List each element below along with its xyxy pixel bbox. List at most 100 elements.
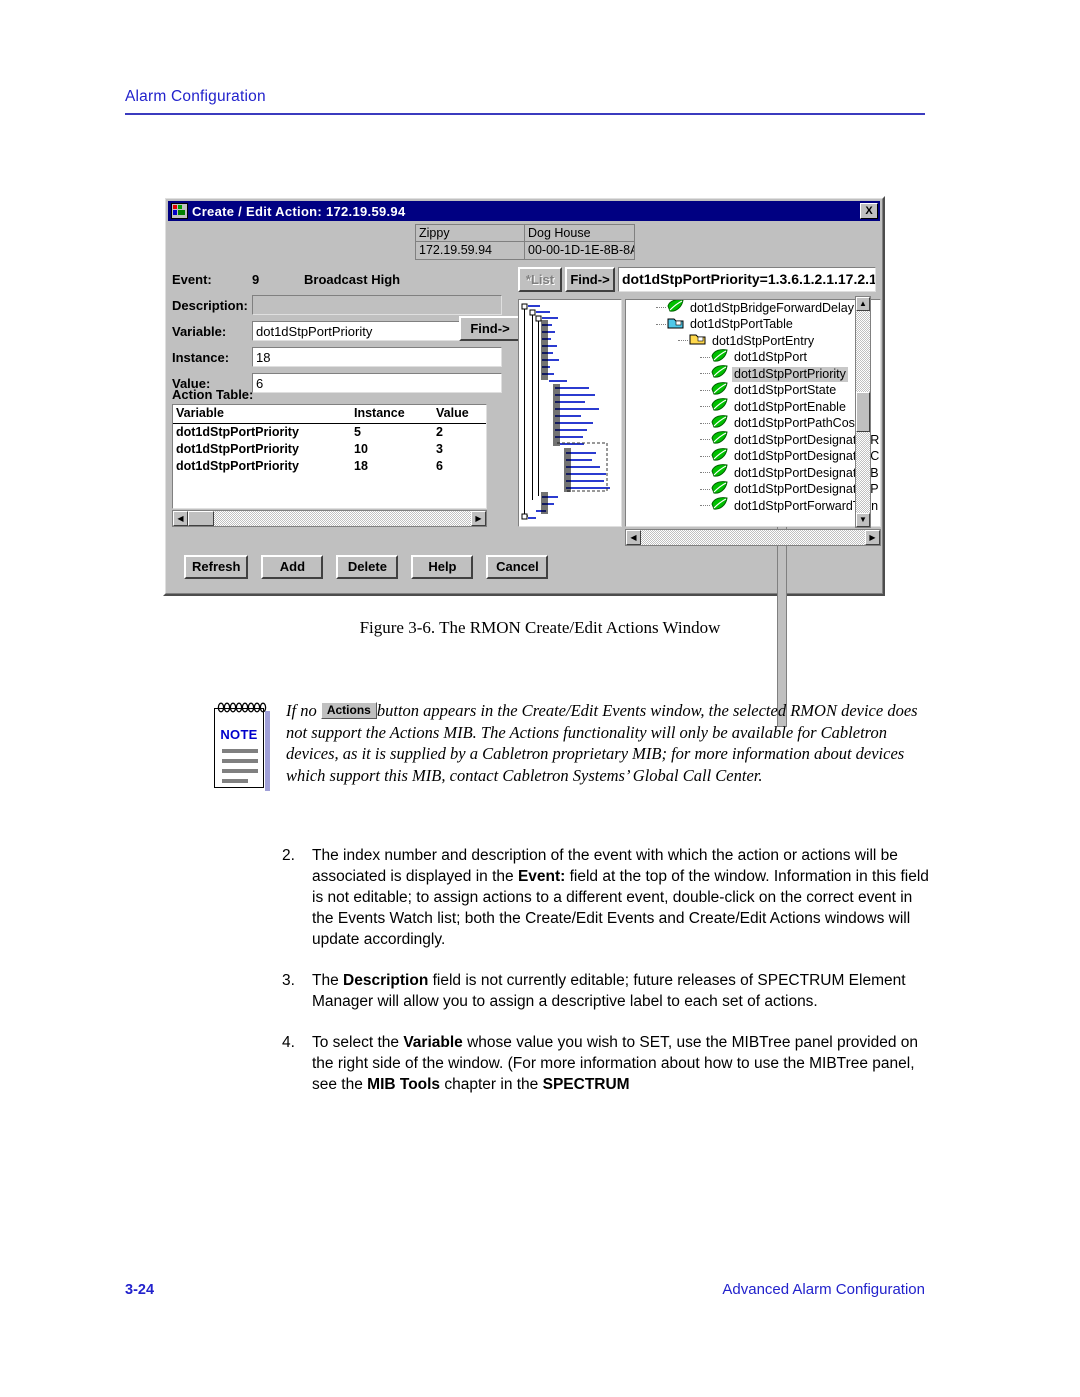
device-info-grid: Zippy Dog House 172.19.59.94 00-00-1D-1E…: [415, 224, 635, 260]
delete-button[interactable]: Delete: [336, 555, 399, 579]
instance-input[interactable]: 18: [252, 347, 502, 367]
mib-tree-vertical-scrollbar[interactable]: ▲ ▼: [855, 296, 871, 528]
mib-tree-node-label: dot1dStpPortEnable: [734, 399, 846, 414]
event-number: 9: [252, 271, 260, 287]
footer-section: Advanced Alarm Configuration: [722, 1281, 925, 1298]
dialog-inner-frame: Create / Edit Action: 172.19.59.94 X Zip…: [165, 198, 883, 727]
scroll-up-icon[interactable]: ▲: [856, 297, 870, 311]
step-body: The Description field is not currently e…: [312, 972, 906, 1010]
mib-tree-node[interactable]: dot1dStpPortDesignatedC: [626, 447, 880, 466]
mib-tree-node[interactable]: dot1dStpPortEntry: [626, 333, 880, 350]
table-row[interactable]: dot1dStpPortPriority 18 6: [173, 458, 486, 475]
cell-instance: 10: [354, 442, 368, 456]
note-rule-3: [222, 769, 258, 773]
variable-find-button[interactable]: Find->: [459, 316, 521, 341]
close-icon[interactable]: X: [860, 203, 878, 219]
scrollbar-track[interactable]: [641, 530, 865, 545]
scrollbar-thumb[interactable]: [188, 511, 214, 526]
step-number: 2.: [282, 847, 295, 864]
cell-value: 2: [436, 425, 443, 439]
mib-tree-horizontal-scrollbar[interactable]: ◀ ▶: [625, 529, 881, 546]
tree-connector: [700, 422, 710, 425]
mib-tree-node-label: dot1dStpBridgeForwardDelay: [690, 300, 854, 315]
mib-tree-node[interactable]: dot1dStpPortDesignatedR: [626, 431, 880, 449]
mib-tree-node[interactable]: dot1dStpPort: [626, 348, 880, 367]
running-head: Alarm Configuration: [125, 88, 925, 115]
action-table-horizontal-scrollbar[interactable]: ◀ ▶: [172, 510, 487, 527]
scrollbar-track-upper[interactable]: [856, 311, 870, 392]
cell-instance: 5: [354, 425, 361, 439]
document-page: Alarm Configuration Create / Edit Action…: [0, 0, 1080, 1397]
device-location: Dog House: [525, 225, 634, 242]
help-button[interactable]: Help: [411, 555, 474, 579]
note-text-before: If no: [286, 701, 321, 720]
table-row[interactable]: dot1dStpPortPriority 10 3: [173, 441, 486, 458]
tree-connector: [700, 406, 710, 408]
scrollbar-thumb[interactable]: [856, 392, 870, 432]
action-table-header: Variable Instance Value: [173, 405, 486, 424]
scrollbar-track[interactable]: [214, 511, 471, 526]
scroll-left-icon[interactable]: ◀: [626, 530, 641, 545]
description-input[interactable]: [252, 295, 502, 315]
numbered-step-list: 2. The index number and description of t…: [282, 845, 930, 1115]
scroll-right-icon[interactable]: ▶: [865, 530, 880, 545]
mib-tree-panel[interactable]: dot1dStpBridgeForwardDelay dot1dStpPortTa…: [625, 299, 881, 527]
list-button[interactable]: *List: [518, 267, 562, 292]
mib-leaf-icon: [711, 348, 728, 367]
mib-leaf-icon: [711, 381, 728, 400]
cancel-button[interactable]: Cancel: [486, 555, 549, 579]
add-button[interactable]: Add: [261, 555, 324, 579]
mib-tree-node[interactable]: dot1dStpPortEnable: [626, 398, 880, 416]
mib-tree-node[interactable]: dot1dStpPortForwardTran: [626, 497, 880, 515]
tree-connector: [656, 323, 666, 326]
mib-tree-node[interactable]: dot1dStpPortPathCost: [626, 414, 880, 433]
scroll-right-icon[interactable]: ▶: [471, 511, 486, 526]
step-body: To select the Variable whose value you w…: [312, 1034, 919, 1093]
value-input[interactable]: 6: [252, 373, 502, 393]
mib-leaf-icon: [711, 497, 728, 515]
instance-row: Instance: 18: [172, 345, 502, 369]
description-label: Description:: [172, 297, 248, 313]
spiral-binding-icon: [217, 702, 267, 713]
mib-tree-node[interactable]: dot1dStpPortPriority: [626, 365, 880, 383]
note-text: If no Actions button appears in the Creat…: [286, 700, 930, 792]
mib-overview-panel[interactable]: [518, 299, 622, 527]
list-item: 3. The Description field is not currentl…: [282, 970, 930, 1012]
actions-button-illustration: Actions: [320, 702, 377, 719]
mib-tree-node[interactable]: dot1dStpPortDesignatedB: [626, 464, 880, 482]
mib-leaf-icon: [711, 447, 728, 466]
mib-leaf-icon: [711, 414, 728, 433]
scroll-left-icon[interactable]: ◀: [173, 511, 188, 526]
scrollbar-track-lower[interactable]: [856, 432, 870, 513]
note-block: NOTE If no Actions button appears in the …: [210, 700, 930, 792]
mib-tree-node-label: dot1dStpPortTable: [690, 317, 793, 332]
page-footer: 3-24 Advanced Alarm Configuration: [125, 1281, 925, 1298]
note-label: NOTE: [220, 727, 258, 742]
device-info-row-addresses: 172.19.59.94 00-00-1D-1E-8B-8A: [416, 242, 634, 259]
refresh-button[interactable]: Refresh: [184, 555, 249, 579]
mib-folder-icon: [689, 332, 706, 350]
scroll-down-icon[interactable]: ▼: [856, 513, 870, 527]
mib-tree-node[interactable]: dot1dStpPortState: [626, 381, 880, 400]
cell-variable: dot1dStpPortPriority: [176, 442, 299, 456]
table-row[interactable]: dot1dStpPortPriority 5 2: [173, 424, 486, 441]
event-label: Event:: [172, 271, 212, 287]
description-row: Description:: [172, 293, 502, 317]
mib-leaf-icon: [711, 464, 728, 482]
mib-tree-node[interactable]: dot1dStpBridgeForwardDelay: [626, 300, 880, 317]
mib-find-button[interactable]: Find->: [565, 267, 615, 292]
mib-tree-node[interactable]: dot1dStpPortTable: [626, 317, 880, 334]
instance-label: Instance:: [172, 349, 230, 365]
action-table[interactable]: Variable Instance Value dot1dStpPortPrio…: [172, 404, 487, 509]
note-rule-1: [222, 749, 258, 753]
oid-display[interactable]: dot1dStpPortPriority=1.3.6.1.2.1.17.2.1: [618, 267, 876, 292]
variable-label: Variable:: [172, 323, 227, 339]
cell-value: 3: [436, 442, 443, 456]
mib-overview-graphic: [521, 303, 610, 520]
note-rule-4: [222, 779, 248, 783]
mib-tree-node[interactable]: dot1dStpPortDesignatedP: [626, 480, 880, 499]
cell-instance: 18: [354, 459, 368, 473]
